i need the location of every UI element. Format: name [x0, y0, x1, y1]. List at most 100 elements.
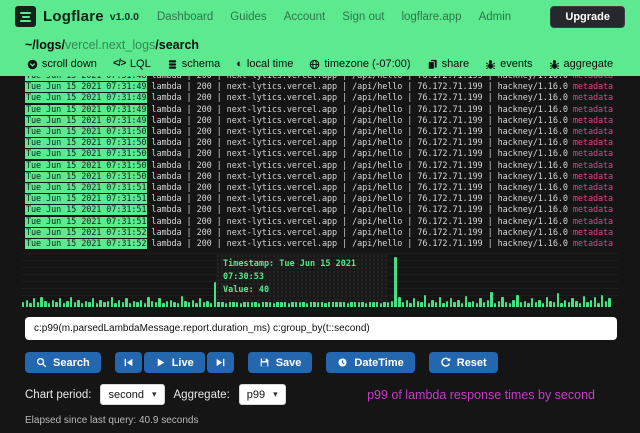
histogram-bar[interactable]	[398, 297, 400, 307]
histogram-bar[interactable]	[498, 301, 500, 307]
histogram-bar[interactable]	[81, 303, 83, 307]
metadata-link[interactable]: metadata	[573, 205, 613, 215]
histogram-bar[interactable]	[85, 301, 87, 307]
histogram-bar[interactable]	[280, 302, 282, 307]
datetime-button[interactable]: DateTime	[326, 352, 414, 373]
histogram-bar[interactable]	[560, 303, 562, 307]
histogram-bar[interactable]	[594, 297, 596, 307]
aggregate-select[interactable]: p99 ▾	[239, 384, 286, 405]
histogram-bar[interactable]	[55, 302, 57, 307]
histogram-bar[interactable]	[365, 303, 367, 307]
histogram-bar[interactable]	[269, 302, 271, 307]
histogram-bar[interactable]	[472, 301, 474, 307]
histogram-bar[interactable]	[501, 297, 503, 307]
histogram-bar[interactable]	[99, 300, 101, 308]
histogram-bar[interactable]	[192, 300, 194, 308]
histogram-bar[interactable]	[140, 300, 142, 308]
histogram-bar[interactable]	[258, 303, 260, 307]
histogram-bar[interactable]	[406, 300, 408, 308]
histogram-bar[interactable]	[299, 302, 301, 307]
histogram-bar[interactable]	[494, 303, 496, 307]
histogram-bar[interactable]	[453, 302, 455, 307]
histogram-bar[interactable]	[107, 301, 109, 307]
histogram-bar[interactable]	[439, 297, 441, 307]
histogram-bar[interactable]	[428, 303, 430, 307]
metadata-link[interactable]: metadata	[573, 172, 613, 182]
histogram-bar[interactable]	[520, 302, 522, 307]
histogram-bar[interactable]	[92, 298, 94, 307]
histogram-bar[interactable]	[22, 302, 24, 307]
toolbar-item-aggregate[interactable]: aggregate	[549, 58, 614, 70]
histogram-bar[interactable]	[96, 303, 98, 307]
toolbar-item-local-time[interactable]: ◐local time	[236, 58, 293, 70]
skip-back-button[interactable]	[115, 352, 142, 373]
chart-period-select[interactable]: second ▾	[100, 384, 164, 405]
metadata-link[interactable]: metadata	[573, 161, 613, 171]
histogram-bar[interactable]	[476, 303, 478, 307]
histogram-bar[interactable]	[158, 298, 160, 307]
histogram-bar[interactable]	[44, 301, 46, 307]
histogram-bar[interactable]	[195, 303, 197, 307]
histogram-bar[interactable]	[586, 302, 588, 307]
histogram-bar[interactable]	[417, 301, 419, 307]
histogram-bar[interactable]	[210, 303, 212, 307]
histogram-bar[interactable]	[166, 301, 168, 307]
histogram-bar[interactable]	[527, 303, 529, 307]
metadata-link[interactable]: metadata	[573, 217, 613, 227]
histogram-bar[interactable]	[136, 302, 138, 307]
metadata-link[interactable]: metadata	[573, 82, 613, 92]
histogram-bar[interactable]	[40, 297, 42, 307]
histogram-bar[interactable]	[490, 292, 492, 307]
histogram-bar[interactable]	[605, 301, 607, 307]
histogram-bar[interactable]	[114, 303, 116, 307]
histogram-bar[interactable]	[424, 295, 426, 308]
histogram-bar[interactable]	[184, 301, 186, 307]
histogram-bar[interactable]	[324, 303, 326, 307]
reset-button[interactable]: Reset	[429, 352, 498, 373]
toolbar-item-share[interactable]: share	[427, 58, 470, 70]
histogram-bar[interactable]	[435, 302, 437, 307]
histogram-bar[interactable]	[133, 301, 135, 307]
histogram-bar[interactable]	[553, 302, 555, 307]
histogram-bar[interactable]	[468, 302, 470, 307]
toolbar-item-schema[interactable]: schema	[167, 58, 221, 70]
histogram-bar[interactable]	[446, 301, 448, 307]
histogram-bar[interactable]	[457, 300, 459, 308]
histogram-bar[interactable]	[251, 302, 253, 307]
breadcrumb-source[interactable]: vercel.next_logs	[65, 38, 155, 52]
histogram-bar[interactable]	[571, 298, 573, 307]
histogram-bar[interactable]	[538, 300, 540, 308]
skip-forward-button[interactable]	[207, 352, 234, 373]
histogram-bar[interactable]	[450, 298, 452, 307]
save-button[interactable]: Save	[248, 352, 313, 373]
metadata-link[interactable]: metadata	[573, 194, 613, 204]
nav-item-admin[interactable]: Admin	[479, 11, 512, 23]
histogram-bar[interactable]	[52, 300, 54, 308]
upgrade-button[interactable]: Upgrade	[550, 6, 625, 28]
histogram-bar[interactable]	[413, 298, 415, 307]
histogram-bar[interactable]	[225, 303, 227, 307]
live-button[interactable]: Live	[144, 352, 205, 373]
histogram-bar[interactable]	[542, 303, 544, 307]
histogram-bar[interactable]	[516, 295, 518, 308]
metadata-link[interactable]: metadata	[573, 228, 613, 238]
histogram-bar[interactable]	[442, 303, 444, 307]
nav-item-sign-out[interactable]: Sign out	[342, 11, 384, 23]
histogram-bar[interactable]	[465, 296, 467, 307]
nav-item-dashboard[interactable]: Dashboard	[157, 11, 213, 23]
histogram-bar[interactable]	[579, 303, 581, 307]
histogram-bar[interactable]	[347, 303, 349, 307]
histogram-bar[interactable]	[162, 303, 164, 307]
histogram-bar[interactable]	[535, 302, 537, 307]
histogram-bar[interactable]	[29, 303, 31, 307]
histogram-bar[interactable]	[575, 301, 577, 307]
logflare-brand[interactable]: Logflare v1.0.0	[15, 6, 139, 27]
histogram-bar[interactable]	[601, 295, 603, 308]
histogram-bar[interactable]	[487, 300, 489, 308]
histogram-bar[interactable]	[339, 302, 341, 307]
histogram-bar[interactable]	[387, 302, 389, 307]
histogram-bar[interactable]	[557, 293, 559, 307]
histogram-bar[interactable]	[103, 302, 105, 307]
histogram-bar[interactable]	[358, 302, 360, 307]
histogram-bar[interactable]	[63, 303, 65, 307]
